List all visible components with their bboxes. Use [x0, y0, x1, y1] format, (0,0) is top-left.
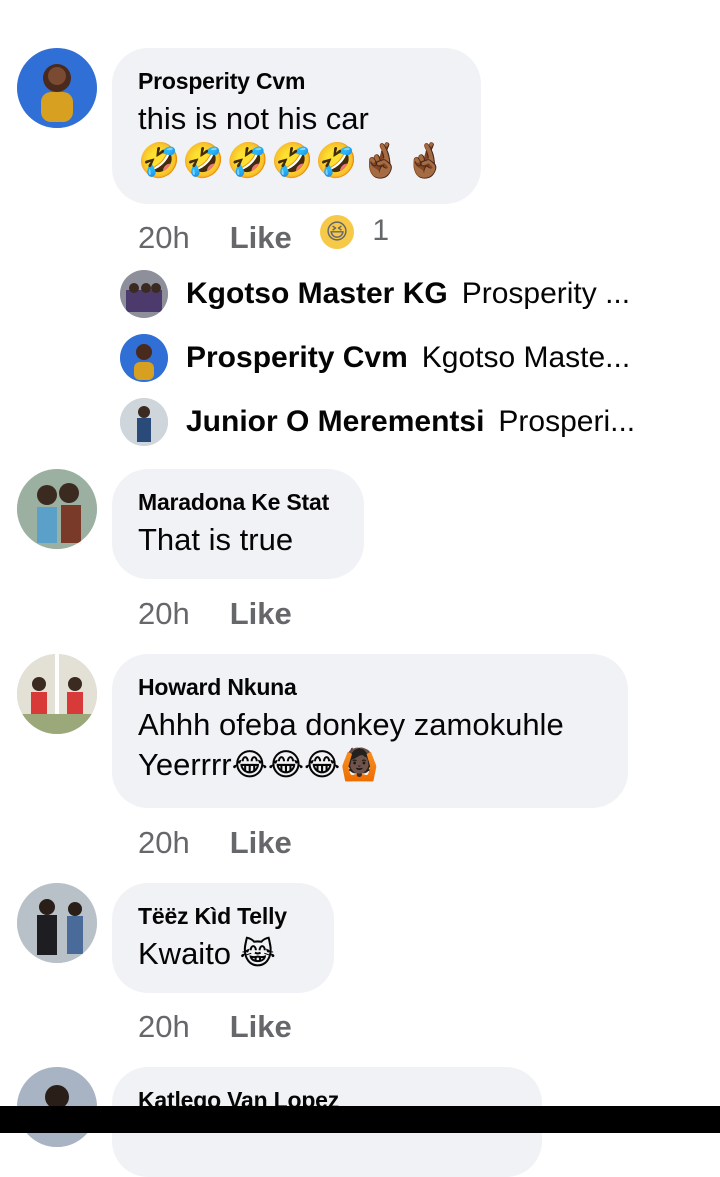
avatar[interactable]: [17, 469, 97, 549]
avatar[interactable]: [17, 654, 97, 734]
comment-time[interactable]: 20h: [138, 220, 190, 256]
reply-author[interactable]: Prosperity Cvm: [186, 341, 408, 375]
like-button[interactable]: Like: [230, 1009, 292, 1045]
avatar: [120, 398, 168, 446]
system-navigation-bar: [0, 1106, 720, 1133]
like-button[interactable]: Like: [230, 596, 292, 632]
reply-preview: Prosperi...: [498, 405, 636, 438]
comment-text-continued: Yeerrrr😂😂😂🙆🏿: [138, 747, 379, 782]
reaction-count: 1: [372, 214, 390, 247]
comment-text: Ahhh ofeba donkey zamokuhle: [138, 707, 564, 742]
comment-bubble: Maradona Ke Stat That is true: [112, 469, 364, 579]
comment-actions: 20h Like: [138, 825, 292, 861]
comment-author[interactable]: Tëëz Kìd Telly: [138, 903, 308, 930]
comment-author[interactable]: Maradona Ke Stat: [138, 489, 338, 516]
comment-emojis: 🤣🤣🤣🤣🤣🤞🏾🤞🏾: [138, 142, 449, 180]
avatar: [120, 270, 168, 318]
reaction-summary[interactable]: 😆 1: [320, 214, 390, 250]
reply-item[interactable]: Junior O Merementsi Prosperi...: [120, 398, 680, 446]
comment-time[interactable]: 20h: [138, 825, 190, 861]
avatar[interactable]: [17, 48, 97, 128]
avatar: [120, 334, 168, 382]
comment-bubble: Howard Nkuna Ahhh ofeba donkey zamokuhle…: [112, 654, 628, 808]
comment-author[interactable]: Howard Nkuna: [138, 674, 602, 701]
reply-item[interactable]: Prosperity Cvm Kgotso Maste...: [120, 334, 680, 382]
comment-time[interactable]: 20h: [138, 1009, 190, 1045]
reply-author[interactable]: Kgotso Master KG: [186, 277, 448, 311]
like-button[interactable]: Like: [230, 220, 292, 256]
comment-text: Kwaito 😹: [138, 936, 276, 971]
comment-author[interactable]: Prosperity Cvm: [138, 68, 455, 95]
comment-time[interactable]: 20h: [138, 596, 190, 632]
comment-actions: 20h Like: [138, 1009, 292, 1045]
comment-text: That is true: [138, 522, 294, 557]
comment-actions: 20h Like: [138, 220, 292, 256]
reply-item[interactable]: Kgotso Master KG Prosperity ...: [120, 270, 670, 318]
avatar[interactable]: [17, 883, 97, 963]
comment-actions: 20h Like: [138, 596, 292, 632]
reply-preview: Kgotso Maste...: [421, 341, 631, 374]
comment-text: this is not his car: [138, 101, 369, 136]
laughing-face-icon: 😆: [320, 215, 354, 250]
comment-bubble: Prosperity Cvm this is not his car 🤣🤣🤣🤣🤣…: [112, 48, 481, 204]
reply-preview: Prosperity ...: [461, 277, 631, 310]
reply-author[interactable]: Junior O Merementsi: [186, 405, 484, 439]
comment-bubble: Tëëz Kìd Telly Kwaito 😹: [112, 883, 334, 993]
like-button[interactable]: Like: [230, 825, 292, 861]
